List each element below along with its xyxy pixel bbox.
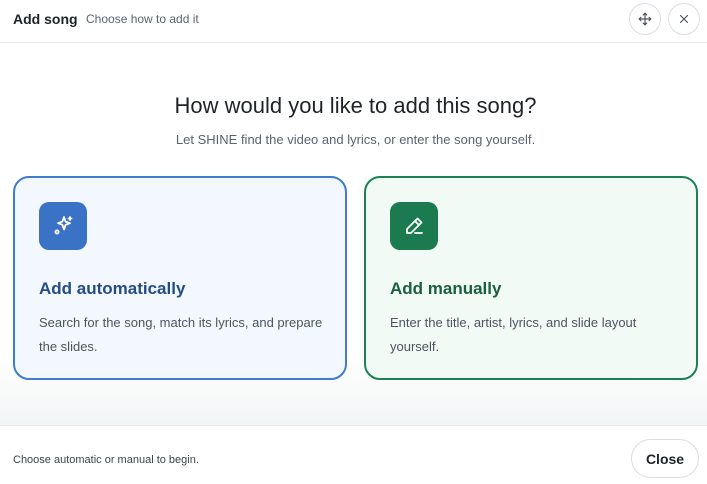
- close-icon: [679, 14, 689, 24]
- dialog-subtitle: Choose how to add it: [86, 12, 199, 26]
- dialog-title: Add song: [13, 11, 78, 27]
- close-button[interactable]: Close: [631, 439, 699, 478]
- option-title: Add manually: [390, 279, 502, 298]
- option-description: Enter the title, artist, lyrics, and sli…: [390, 315, 637, 354]
- add-automatically-option[interactable]: Add automatically Search for the song, m…: [13, 176, 347, 380]
- main-subheading: Let SHINE find the video and lyrics, or …: [175, 132, 536, 147]
- move-button[interactable]: [629, 3, 661, 35]
- option-title: Add automatically: [39, 279, 186, 298]
- main-heading: How would you like to add this song?: [174, 93, 537, 118]
- dialog-header: Add song Choose how to add it: [0, 0, 707, 43]
- close-dialog-button[interactable]: [668, 3, 700, 35]
- add-manually-option[interactable]: Add manually Enter the title, artist, ly…: [364, 176, 698, 380]
- dialog-body: How would you like to add this song? Let…: [0, 44, 707, 425]
- sparkles-icon: [39, 202, 87, 250]
- dialog-footer: Choose automatic or manual to begin. Clo…: [0, 425, 707, 484]
- pencil-icon: [390, 202, 438, 250]
- move-icon: [638, 12, 652, 26]
- footer-hint: Choose automatic or manual to begin.: [13, 454, 199, 466]
- option-description: Search for the song, match its lyrics, a…: [39, 315, 323, 354]
